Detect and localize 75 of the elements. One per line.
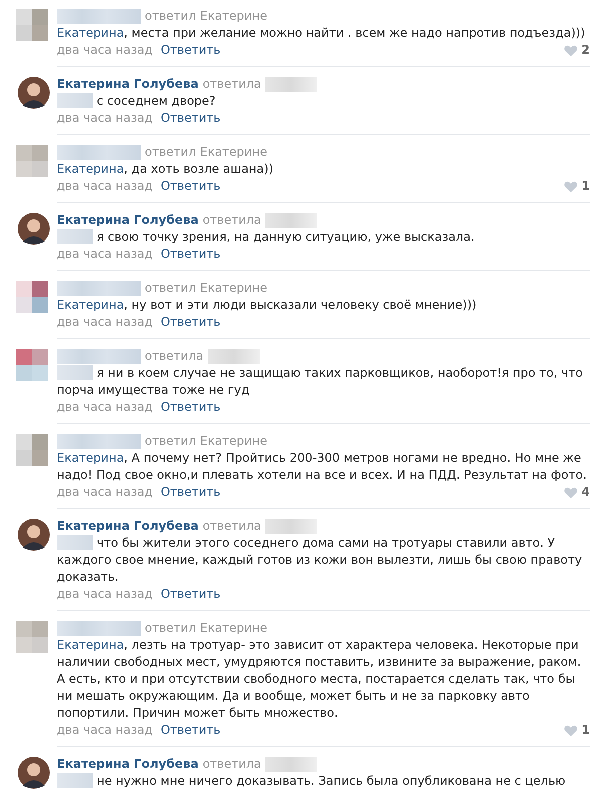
- reply-label: ответил: [145, 144, 196, 161]
- comment-time: два часа назад: [57, 399, 153, 416]
- blurred-name: [265, 519, 318, 534]
- comment-time: два часа назад: [57, 586, 153, 603]
- avatar-icon[interactable]: [18, 213, 50, 245]
- reply-label: ответила: [202, 756, 262, 773]
- blurred-avatar: [16, 145, 48, 177]
- mention-link[interactable]: Екатерина: [57, 638, 124, 652]
- like-button[interactable]: 1: [564, 722, 590, 739]
- like-button[interactable]: 2: [564, 42, 590, 59]
- author-link[interactable]: Екатерина Голубева: [57, 212, 199, 229]
- avatar-icon[interactable]: [18, 519, 50, 551]
- comment-time: два часа назад: [57, 314, 153, 331]
- blurred-name: [265, 757, 318, 772]
- blurred-avatar: [16, 621, 48, 653]
- reply-label: ответил: [145, 280, 196, 297]
- like-button[interactable]: 4: [564, 484, 590, 501]
- comment-text: Екатерина, ну вот и эти люди высказали человеку своё мнение))): [57, 297, 478, 314]
- reply-label: ответил: [145, 433, 196, 450]
- heart-icon: [564, 44, 578, 56]
- reply-link[interactable]: Ответить: [160, 484, 221, 501]
- reply-link[interactable]: Ответить: [160, 178, 221, 195]
- reply-link[interactable]: Ответить: [160, 42, 221, 59]
- comment-time: два часа назад: [57, 42, 153, 59]
- comment-time: два часа назад: [57, 246, 153, 263]
- blurred-name: [208, 349, 260, 364]
- blurred-avatar: [16, 281, 48, 313]
- reply-recipient: Екатерине: [200, 280, 268, 297]
- reply-link[interactable]: Ответить: [160, 110, 221, 127]
- mention-link[interactable]: Екатерина: [57, 298, 124, 312]
- comment-text: Екатерина, лезть на тротуар- это зависит от характера человека. Некоторые при наличии свободных мест, умудряются поставить, извините за выражение, раком. А есть, кто и при отсутствии свободного места, постарается сделать так, что бы ни мешать окружающим. Да и вообще, может быть и не за парковку авто попортили. Причин может быть множество.: [57, 637, 582, 722]
- heart-icon: [564, 180, 578, 192]
- reply-recipient: Екатерине: [200, 620, 268, 637]
- blurred-avatar: [16, 434, 48, 466]
- reply-link[interactable]: Ответить: [160, 586, 221, 603]
- comment-text: я свою точку зрения, на данную ситуацию, уже высказала.: [57, 229, 590, 246]
- reply-link[interactable]: Ответить: [160, 314, 221, 331]
- comment-text: что бы жители этого соседнего дома сами на тротуары ставили авто. У каждого свое мнение, каждый готов из кожи вон вылезти, лишь бы свою правоту доказать.: [57, 535, 584, 586]
- reply-link[interactable]: Ответить: [160, 246, 221, 263]
- comment-time: два часа назад: [57, 484, 153, 501]
- reply-label: ответила: [202, 518, 262, 535]
- author-link[interactable]: Екатерина Голубева: [57, 756, 199, 773]
- reply-link[interactable]: Ответить: [160, 399, 221, 416]
- like-button[interactable]: 1: [564, 178, 590, 195]
- comment-text: Екатерина, места при желание можно найти . всем же надо напротив подъезда))): [57, 25, 586, 42]
- reply-recipient: Екатерине: [200, 433, 268, 450]
- reply-label: ответила: [145, 348, 204, 365]
- comment-text: с соседнем дворе?: [57, 93, 590, 110]
- mention-link[interactable]: Екатерина: [57, 451, 124, 465]
- reply-label: ответила: [202, 212, 262, 229]
- author-link[interactable]: Екатерина Голубева: [57, 518, 199, 535]
- avatar-icon[interactable]: [18, 757, 50, 789]
- reply-label: ответил: [145, 8, 196, 25]
- reply-recipient: Екатерине: [200, 8, 268, 25]
- author-link[interactable]: Екатерина Голубева: [57, 76, 199, 93]
- comment-time: два часа назад: [57, 722, 153, 739]
- comment-text: Екатерина, да хоть возле ашана)): [57, 161, 274, 178]
- comment-text: я ни в коем случае не защищаю таких парковщиков, наоборот!я про то, что порча имущества тоже не гуд: [57, 365, 584, 399]
- reply-recipient: Екатерине: [200, 144, 268, 161]
- avatar-icon[interactable]: [18, 77, 50, 109]
- blurred-name: [265, 77, 318, 92]
- heart-icon: [564, 486, 578, 498]
- reply-label: ответил: [145, 620, 196, 637]
- reply-label: ответила: [202, 76, 262, 93]
- comment-time: два часа назад: [57, 178, 153, 195]
- blurred-avatar: [16, 349, 48, 381]
- blurred-avatar: [16, 9, 48, 41]
- reply-link[interactable]: Ответить: [160, 722, 221, 739]
- comment-text: не нужно мне ничего доказывать. Запись была опубликована не с целью: [57, 773, 590, 790]
- mention-link[interactable]: Екатерина: [57, 26, 124, 40]
- mention-link[interactable]: Екатерина: [57, 162, 124, 176]
- comment-text: Екатерина, А почему нет? Пройтись 200-300 метров ногами не вредно. Но мне же надо! Под свое окно,и плевать хотели на все и всех. И на ПДД. Результат на фото.: [57, 450, 588, 484]
- comment-time: два часа назад: [57, 110, 153, 127]
- heart-icon: [564, 724, 578, 736]
- blurred-name: [265, 213, 318, 228]
